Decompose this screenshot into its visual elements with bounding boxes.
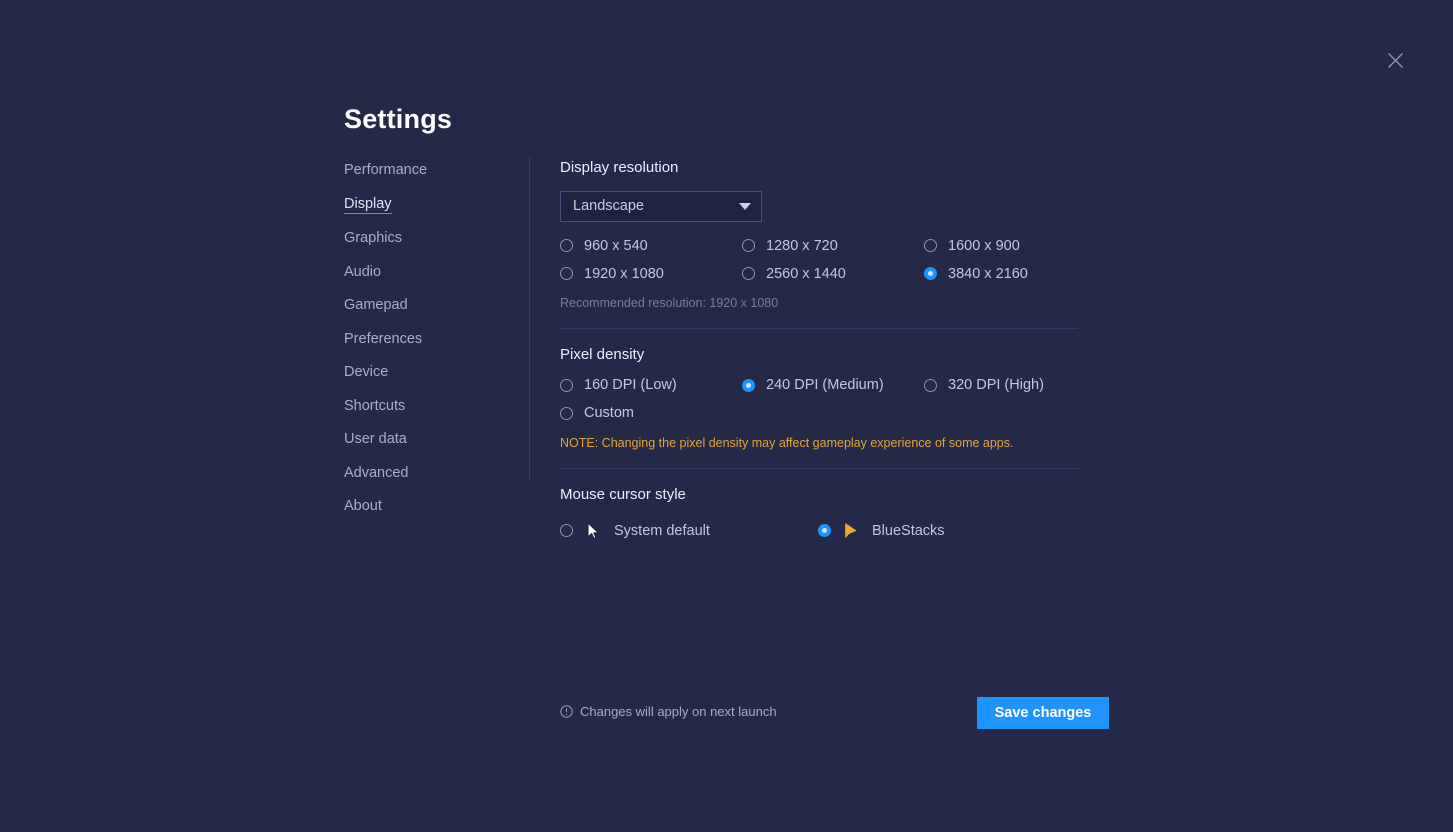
resolution-option-label: 1280 x 720 — [766, 237, 838, 254]
radio-icon — [560, 378, 573, 392]
sidebar-item-audio[interactable]: Audio — [344, 264, 381, 282]
sidebar-item-preferences[interactable]: Preferences — [344, 331, 422, 349]
dpi-option-label: 240 DPI (Medium) — [766, 377, 884, 393]
mouse-cursor-options: System default BlueStacks — [560, 521, 1080, 541]
resolution-option-label: 1600 x 900 — [948, 237, 1020, 254]
arrow-cursor-icon — [584, 521, 602, 541]
sidebar-item-display[interactable]: Display — [344, 196, 392, 214]
radio-icon — [742, 267, 755, 280]
sidebar-item-about[interactable]: About — [344, 499, 382, 516]
sidebar-item-advanced[interactable]: Advanced — [344, 465, 409, 483]
recommended-resolution-hint: Recommended resolution: 1920 x 1080 — [560, 295, 779, 310]
cursor-option-system-default[interactable]: System default — [560, 521, 818, 541]
sidebar-item-graphics[interactable]: Graphics — [344, 231, 402, 248]
resolution-options: 960 x 540 1280 x 720 1600 x 900 1920 x 1… — [560, 238, 1080, 282]
mouse-cursor-title: Mouse cursor style — [560, 486, 686, 503]
sidebar-item-gamepad[interactable]: Gamepad — [344, 298, 408, 315]
mouse-cursor-section: Mouse cursor style System default BlueSt… — [560, 469, 1080, 541]
display-resolution-title: Display resolution — [560, 159, 679, 176]
sidebar-divider — [529, 157, 530, 482]
cursor-option-label: System default — [614, 522, 710, 539]
resolution-option-1600x900[interactable]: 1600 x 900 — [924, 238, 1084, 254]
pixel-density-section: Pixel density 160 DPI (Low) 240 DPI (Med… — [560, 329, 1080, 469]
resolution-option-1280x720[interactable]: 1280 x 720 — [742, 238, 924, 254]
resolution-option-1920x1080[interactable]: 1920 x 1080 — [560, 266, 742, 282]
radio-icon — [560, 267, 573, 280]
orientation-select-value: Landscape — [573, 198, 644, 214]
radio-icon — [742, 239, 755, 252]
cursor-option-label: BlueStacks — [872, 522, 945, 539]
display-resolution-section: Display resolution Landscape 960 x 540 1… — [560, 159, 1080, 329]
dpi-option-label: 320 DPI (High) — [948, 377, 1044, 393]
pixel-density-title: Pixel density — [560, 345, 645, 363]
pixel-density-options: 160 DPI (Low) 240 DPI (Medium) 320 DPI (… — [560, 377, 1080, 421]
radio-icon — [560, 406, 573, 420]
page-title: Settings — [344, 104, 453, 134]
dpi-option-320[interactable]: 320 DPI (High) — [924, 377, 1084, 393]
settings-window: Settings Performance Display Graphics Au… — [0, 0, 1453, 832]
radio-icon — [924, 239, 937, 252]
sidebar-item-device[interactable]: Device — [344, 365, 388, 382]
save-changes-button[interactable]: Save changes — [977, 697, 1109, 729]
sidebar-item-shortcuts[interactable]: Shortcuts — [344, 398, 405, 416]
dpi-option-custom[interactable]: Custom — [560, 405, 742, 421]
settings-sidebar: Performance Display Graphics Audio Gamep… — [344, 163, 519, 533]
dpi-option-240[interactable]: 240 DPI (Medium) — [742, 377, 924, 393]
resolution-option-3840x2160[interactable]: 3840 x 2160 — [924, 266, 1084, 282]
radio-icon-selected — [742, 378, 755, 392]
radio-icon — [560, 524, 573, 537]
resolution-option-label: 1920 x 1080 — [584, 265, 664, 282]
radio-icon — [924, 378, 937, 392]
resolution-option-label: 2560 x 1440 — [766, 265, 846, 282]
resolution-option-label: 960 x 540 — [584, 237, 648, 254]
pixel-density-note: NOTE: Changing the pixel density may aff… — [560, 436, 1014, 450]
dpi-option-label: Custom — [584, 405, 634, 421]
radio-icon-selected — [924, 267, 937, 280]
footer-note-text: Changes will apply on next launch — [580, 704, 777, 719]
chevron-down-icon — [739, 202, 751, 210]
radio-icon-selected — [818, 524, 831, 537]
resolution-option-2560x1440[interactable]: 2560 x 1440 — [742, 266, 924, 282]
footer-note: Changes will apply on next launch — [560, 704, 777, 719]
settings-content: Display resolution Landscape 960 x 540 1… — [560, 159, 1080, 541]
orientation-select[interactable]: Landscape — [560, 190, 762, 222]
dpi-option-label: 160 DPI (Low) — [584, 377, 677, 393]
cursor-option-bluestacks[interactable]: BlueStacks — [818, 521, 945, 541]
radio-icon — [560, 239, 573, 252]
close-icon[interactable] — [1383, 48, 1407, 72]
dpi-option-160[interactable]: 160 DPI (Low) — [560, 377, 742, 393]
info-icon — [560, 705, 573, 718]
sidebar-item-performance[interactable]: Performance — [344, 163, 427, 180]
resolution-option-label: 3840 x 2160 — [948, 265, 1028, 282]
sidebar-item-user-data[interactable]: User data — [344, 432, 407, 449]
bluestacks-cursor-icon — [842, 521, 860, 541]
resolution-option-960x540[interactable]: 960 x 540 — [560, 238, 742, 254]
